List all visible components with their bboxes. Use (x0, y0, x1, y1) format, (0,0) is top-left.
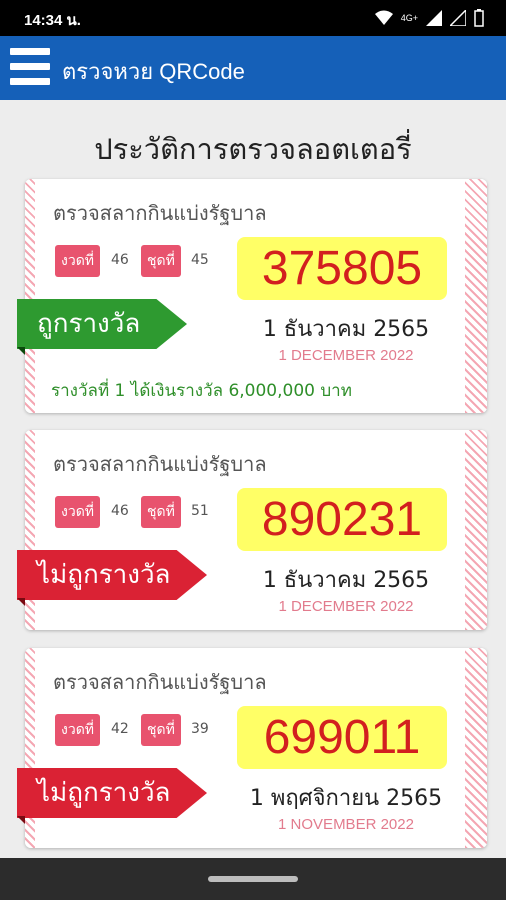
thai-date: 1 ธันวาคม 2565 (262, 568, 430, 593)
status-bar: 14:34 น. 4G+ (0, 0, 506, 36)
menu-icon[interactable] (10, 48, 50, 86)
set-badge: ชุดที่ (141, 496, 181, 528)
card-stripe-left (25, 179, 35, 413)
draw-badge: งวดที่ (55, 714, 101, 746)
status-ribbon-win: ถูกรางวัล (17, 299, 187, 349)
eng-date: 1 DECEMBER 2022 (278, 347, 414, 364)
app-title: ตรวจหวย QRCode (62, 59, 245, 84)
card-heading: ตรวจสลากกินแบ่งรัฐบาล (53, 670, 267, 694)
ribbon-fold (17, 598, 25, 606)
home-gesture-handle[interactable] (208, 876, 298, 882)
status-ribbon-lose: ไม่ถูกรางวัล (17, 768, 207, 818)
signal-icon-2 (450, 10, 466, 26)
lottery-card[interactable]: ตรวจสลากกินแบ่งรัฐบาล งวดที่ 46 ชุดที่ 5… (17, 430, 487, 630)
ticket-number: 375805 (261, 242, 423, 295)
wifi-icon (374, 10, 393, 25)
ticket-number: 890231 (261, 493, 423, 546)
set-badge: ชุดที่ (141, 245, 181, 277)
set-value: 39 (191, 721, 209, 737)
ticket-number-box: 890231 (237, 488, 447, 551)
eng-date: 1 NOVEMBER 2022 (278, 816, 414, 833)
set-value: 45 (191, 252, 209, 268)
ticket-number-box: 699011 (237, 706, 447, 769)
status-icons: 4G+ (374, 9, 484, 27)
draw-badge: งวดที่ (55, 245, 101, 277)
navigation-bar (0, 858, 506, 900)
thai-date: 1 ธันวาคม 2565 (262, 317, 430, 342)
signal-icon (426, 10, 442, 26)
battery-icon (474, 9, 484, 27)
page-title: ประวัติการตรวจลอตเตอรี่ (94, 132, 412, 166)
card-stripe-left (25, 648, 35, 848)
app-bar: ตรวจหวย QRCode (0, 36, 506, 100)
draw-value: 42 (111, 721, 129, 737)
draw-value: 46 (111, 503, 129, 519)
card-stripe-right (465, 179, 487, 413)
ticket-number: 699011 (263, 711, 421, 764)
lottery-card[interactable]: ตรวจสลากกินแบ่งรัฐบาล งวดที่ 46 ชุดที่ 4… (17, 179, 487, 413)
card-heading: ตรวจสลากกินแบ่งรัฐบาล (53, 201, 267, 225)
eng-date: 1 DECEMBER 2022 (278, 598, 414, 615)
network-type: 4G+ (400, 13, 418, 23)
status-time: 14:34 น. (24, 12, 81, 29)
card-stripe-left (25, 430, 35, 630)
draw-value: 46 (111, 252, 129, 268)
lottery-card[interactable]: ตรวจสลากกินแบ่งรัฐบาล งวดที่ 42 ชุดที่ 3… (17, 648, 487, 848)
set-value: 51 (191, 503, 209, 519)
prize-text: รางวัลที่ 1 ได้เงินรางวัล 6,000,000 บาท (51, 381, 352, 401)
status-ribbon-lose: ไม่ถูกรางวัล (17, 550, 207, 600)
ticket-number-box: 375805 (237, 237, 447, 300)
ribbon-fold (17, 347, 25, 355)
ribbon-fold (17, 816, 25, 824)
draw-badge: งวดที่ (55, 496, 101, 528)
thai-date: 1 พฤศจิกายน 2565 (249, 786, 443, 811)
card-heading: ตรวจสลากกินแบ่งรัฐบาล (53, 452, 267, 476)
set-badge: ชุดที่ (141, 714, 181, 746)
